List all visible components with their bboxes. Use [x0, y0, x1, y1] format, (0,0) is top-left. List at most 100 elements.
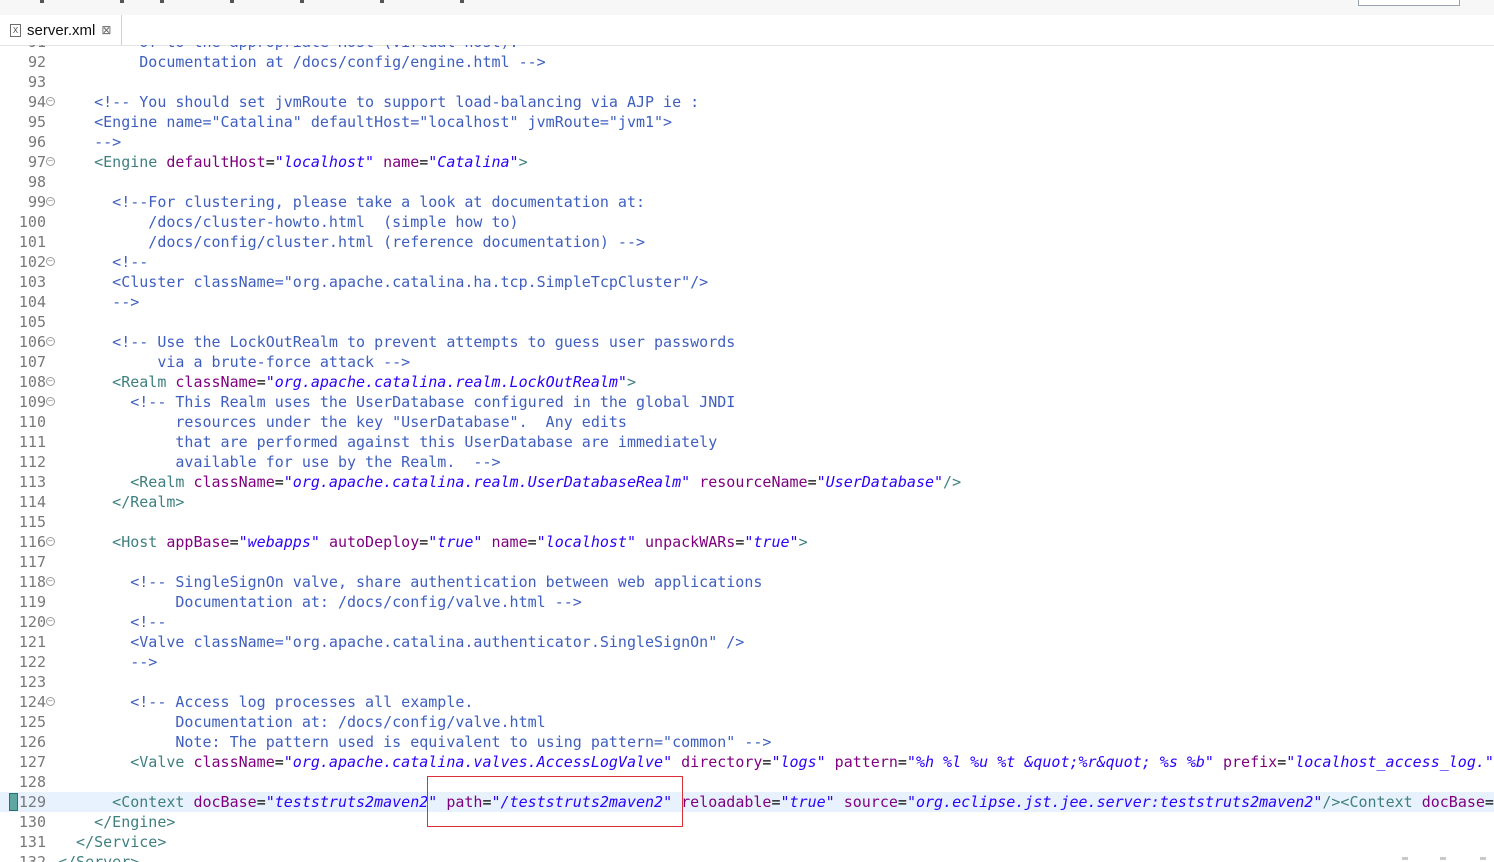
code-token: "org.apache.catalina.valves.AccessLogVal…	[283, 753, 673, 771]
line-code: <!-- SingleSignOn valve, share authentic…	[58, 572, 762, 592]
code-line[interactable]: 119 Documentation at: /docs/config/valve…	[0, 592, 1494, 612]
line-gutter: 115	[0, 512, 57, 532]
line-number: 112	[18, 453, 46, 471]
fold-collapse-icon[interactable]: −	[46, 697, 55, 706]
code-token: <Engine	[58, 153, 167, 171]
line-gutter: 110	[0, 412, 57, 432]
line-number: 98	[27, 173, 46, 191]
line-number: 115	[18, 513, 46, 531]
code-token: <Realm	[58, 373, 176, 391]
code-line[interactable]: 127 <Valve className="org.apache.catalin…	[0, 752, 1494, 772]
code-line[interactable]: 101 /docs/config/cluster.html (reference…	[0, 232, 1494, 252]
code-line[interactable]: 121 <Valve className="org.apache.catalin…	[0, 632, 1494, 652]
code-line[interactable]: 95 <Engine name="Catalina" defaultHost="…	[0, 112, 1494, 132]
code-token: "true"	[780, 793, 835, 811]
code-line[interactable]: 115	[0, 512, 1494, 532]
line-number: 118	[18, 573, 46, 591]
code-token: /docs/cluster-howto.html (simple how to)	[58, 213, 519, 231]
code-line[interactable]: 118− <!-- SingleSignOn valve, share auth…	[0, 572, 1494, 592]
code-line[interactable]: 109− <!-- This Realm uses the UserDataba…	[0, 392, 1494, 412]
line-gutter: 107	[0, 352, 57, 372]
line-number: 113	[18, 473, 46, 491]
code-line[interactable]: 116− <Host appBase="webapps" autoDeploy=…	[0, 532, 1494, 552]
code-token: =	[256, 373, 266, 391]
line-number: 109	[18, 393, 46, 411]
code-line[interactable]: 117	[0, 552, 1494, 572]
code-line[interactable]: 104 -->	[0, 292, 1494, 312]
code-line[interactable]: 123	[0, 672, 1494, 692]
code-line[interactable]: 132 </Server>	[0, 852, 1494, 862]
code-token: Note: The pattern used is equivalent to …	[58, 733, 772, 751]
code-line[interactable]: 94− <!-- You should set jvmRoute to supp…	[0, 92, 1494, 112]
code-line[interactable]: 129 <Context docBase="teststruts2maven2"…	[0, 792, 1494, 812]
code-line[interactable]: 130 </Engine>	[0, 812, 1494, 832]
code-line[interactable]: 124− <!-- Access log processes all examp…	[0, 692, 1494, 712]
code-line[interactable]: 106− <!-- Use the LockOutRealm to preven…	[0, 332, 1494, 352]
code-line[interactable]: 107 via a brute-force attack -->	[0, 352, 1494, 372]
fold-collapse-icon[interactable]: −	[46, 397, 55, 406]
line-gutter: 99−	[0, 192, 57, 212]
code-line[interactable]: 103 <Cluster className="org.apache.catal…	[0, 272, 1494, 292]
code-line[interactable]: 128	[0, 772, 1494, 792]
code-token: "teststruts2maven2"	[265, 793, 438, 811]
line-code: <Realm className="org.apache.catalina.re…	[58, 372, 636, 392]
code-token: =	[897, 793, 907, 811]
code-line[interactable]: 105	[0, 312, 1494, 332]
fold-collapse-icon[interactable]: −	[46, 337, 55, 346]
code-line[interactable]: 102− <!--	[0, 252, 1494, 272]
code-line[interactable]: 100 /docs/cluster-howto.html (simple how…	[0, 212, 1494, 232]
code-token: name	[491, 533, 528, 551]
fold-collapse-icon[interactable]: −	[46, 197, 55, 206]
code-line[interactable]: 91 Of to the appropriate Host (virtual h…	[0, 45, 1494, 52]
code-line[interactable]: 111 that are performed against this User…	[0, 432, 1494, 452]
line-gutter: 112	[0, 452, 57, 472]
code-token: source	[843, 793, 898, 811]
code-line[interactable]: 112 available for use by the Realm. -->	[0, 452, 1494, 472]
code-line[interactable]: 110 resources under the key "UserDatabas…	[0, 412, 1494, 432]
code-line[interactable]: 108− <Realm className="org.apache.catali…	[0, 372, 1494, 392]
code-token: /docs/config/cluster.html (reference doc…	[58, 233, 645, 251]
line-number: 94	[27, 93, 46, 111]
code-line[interactable]: 125 Documentation at: /docs/config/valve…	[0, 712, 1494, 732]
code-line[interactable]: 114 </Realm>	[0, 492, 1494, 512]
code-line[interactable]: 120− <!--	[0, 612, 1494, 632]
line-gutter: 118−	[0, 572, 57, 592]
line-number: 119	[18, 593, 46, 611]
code-line[interactable]: 93	[0, 72, 1494, 92]
code-token: <Engine name="Catalina" defaultHost="loc…	[58, 113, 673, 131]
line-gutter: 117	[0, 552, 57, 572]
line-number: 105	[18, 313, 46, 331]
line-code: /docs/config/cluster.html (reference doc…	[58, 232, 645, 252]
code-line[interactable]: 98	[0, 172, 1494, 192]
code-token: <!--For clustering, please take a look a…	[58, 193, 645, 211]
code-editor[interactable]: 91 Of to the appropriate Host (virtual h…	[0, 45, 1494, 862]
code-line[interactable]: 92 Documentation at /docs/config/engine.…	[0, 52, 1494, 72]
line-gutter: 94−	[0, 92, 57, 112]
code-token: -->	[58, 293, 140, 311]
line-gutter: 102−	[0, 252, 57, 272]
line-gutter: 92	[0, 52, 57, 72]
fold-collapse-icon[interactable]: −	[46, 97, 55, 106]
quick-access-input[interactable]	[1358, 0, 1460, 6]
code-line[interactable]: 113 <Realm className="org.apache.catalin…	[0, 472, 1494, 492]
code-line[interactable]: 97− <Engine defaultHost="localhost" name…	[0, 152, 1494, 172]
line-number: 108	[18, 373, 46, 391]
code-line[interactable]: 99− <!--For clustering, please take a lo…	[0, 192, 1494, 212]
tab-server-xml[interactable]: X server.xml ⊠	[0, 15, 123, 45]
code-line[interactable]: 122 -->	[0, 652, 1494, 672]
close-tab-icon[interactable]: ⊠	[101, 23, 111, 37]
line-code: Documentation at: /docs/config/valve.htm…	[58, 592, 581, 612]
fold-collapse-icon[interactable]: −	[46, 257, 55, 266]
code-line[interactable]: 96 -->	[0, 132, 1494, 152]
code-token: <Valve	[58, 753, 194, 771]
code-token: appBase	[166, 533, 230, 551]
code-token: <!-- Access log processes all example.	[58, 693, 474, 711]
fold-collapse-icon[interactable]: −	[46, 377, 55, 386]
fold-collapse-icon[interactable]: −	[46, 157, 55, 166]
fold-collapse-icon[interactable]: −	[46, 577, 55, 586]
code-token: <!-- SingleSignOn valve, share authentic…	[58, 573, 763, 591]
code-line[interactable]: 131 </Service>	[0, 832, 1494, 852]
code-line[interactable]: 126 Note: The pattern used is equivalent…	[0, 732, 1494, 752]
fold-collapse-icon[interactable]: −	[46, 617, 55, 626]
fold-collapse-icon[interactable]: −	[46, 537, 55, 546]
